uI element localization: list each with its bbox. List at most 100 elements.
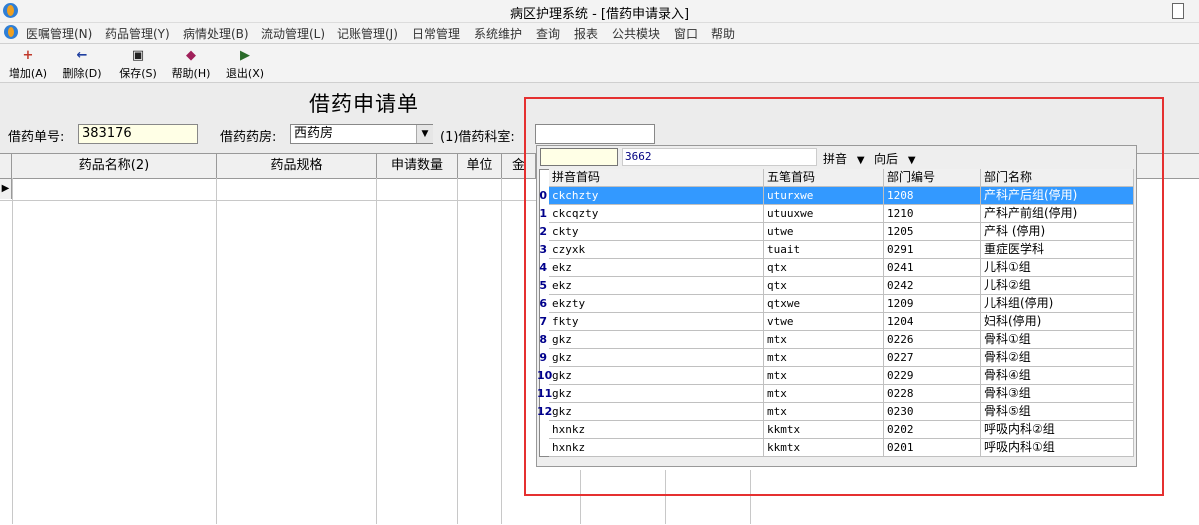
- menu-help[interactable]: 帮助: [711, 25, 735, 42]
- menu-accounting[interactable]: 记账管理(J): [337, 25, 398, 42]
- exit-button[interactable]: ▶ 退出(X): [220, 47, 270, 81]
- col-drug-spec[interactable]: 药品规格: [217, 154, 377, 178]
- dept-list-cell[interactable]: kkmtx: [764, 439, 884, 457]
- menu-flow-mgmt[interactable]: 流动管理(L): [261, 25, 325, 42]
- menu-report[interactable]: 报表: [574, 25, 598, 42]
- dept-list-cell[interactable]: 0226: [884, 331, 981, 349]
- menu-query[interactable]: 查询: [536, 25, 560, 42]
- dept-list-cell[interactable]: 1209: [884, 295, 981, 313]
- dept-list-cell[interactable]: qtxwe: [764, 295, 884, 313]
- popup-col-header[interactable]: 部门名称: [981, 169, 1134, 187]
- dept-list-cell[interactable]: 呼吸内科②组: [981, 421, 1134, 439]
- grid-line: [501, 178, 502, 524]
- dept-list-cell[interactable]: gkz: [549, 331, 764, 349]
- dept-list-cell[interactable]: utuuxwe: [764, 205, 884, 223]
- dept-list-cell[interactable]: qtx: [764, 259, 884, 277]
- dept-list-cell[interactable]: czyxk: [549, 241, 764, 259]
- delete-button[interactable]: ← 删除(D): [57, 47, 107, 81]
- dept-list-cell[interactable]: ckty: [549, 223, 764, 241]
- dept-list-cell[interactable]: 产科产后组(停用): [981, 187, 1134, 205]
- dept-list-cell[interactable]: 0227: [884, 349, 981, 367]
- dept-list-cell[interactable]: mtx: [764, 331, 884, 349]
- dept-list-cell[interactable]: tuait: [764, 241, 884, 259]
- dept-list-cell[interactable]: 1205: [884, 223, 981, 241]
- dept-list-cell[interactable]: mtx: [764, 367, 884, 385]
- dept-list-cell[interactable]: ekz: [549, 259, 764, 277]
- dept-label: (1)借药科室:: [440, 130, 515, 145]
- col-unit[interactable]: 单位: [458, 154, 502, 178]
- pharmacy-value: 西药房: [294, 126, 334, 141]
- col-drug-name[interactable]: 药品名称(2): [12, 154, 217, 178]
- dept-list-cell[interactable]: 1210: [884, 205, 981, 223]
- dept-list-cell[interactable]: 骨科①组: [981, 331, 1134, 349]
- add-button[interactable]: + 增加(A): [3, 47, 53, 81]
- dept-list-cell[interactable]: 0230: [884, 403, 981, 421]
- dept-list-cell[interactable]: hxnkz: [549, 421, 764, 439]
- dept-list-cell[interactable]: utwe: [764, 223, 884, 241]
- dept-list-cell[interactable]: hxnkz: [549, 439, 764, 457]
- dept-list-cell[interactable]: 0201: [884, 439, 981, 457]
- dept-list-cell[interactable]: mtx: [764, 349, 884, 367]
- help-button[interactable]: ◆ 帮助(H): [166, 47, 216, 81]
- popup-col-header[interactable]: 部门编号: [884, 169, 981, 187]
- dept-list-cell[interactable]: uturxwe: [764, 187, 884, 205]
- pharmacy-label: 借药药房:: [220, 130, 277, 145]
- row-number: 8: [539, 333, 547, 346]
- dept-list-cell[interactable]: 呼吸内科①组: [981, 439, 1134, 457]
- dept-list-cell[interactable]: 儿科①组: [981, 259, 1134, 277]
- col-apply-qty[interactable]: 申请数量: [377, 154, 458, 178]
- menu-window[interactable]: 窗口: [674, 25, 698, 42]
- dept-list-cell[interactable]: 产科产前组(停用): [981, 205, 1134, 223]
- dept-list-cell[interactable]: 0229: [884, 367, 981, 385]
- dept-list-cell[interactable]: 妇科(停用): [981, 313, 1134, 331]
- dept-list-cell[interactable]: 骨科④组: [981, 367, 1134, 385]
- save-button[interactable]: ▣ 保存(S): [113, 47, 163, 81]
- dept-input[interactable]: [535, 124, 655, 144]
- popup-col-header[interactable]: 拼音首码: [549, 169, 764, 187]
- dept-list-cell[interactable]: 骨科②组: [981, 349, 1134, 367]
- dept-list-cell[interactable]: mtx: [764, 385, 884, 403]
- dept-list-cell[interactable]: 0228: [884, 385, 981, 403]
- dept-list-cell[interactable]: 1204: [884, 313, 981, 331]
- dept-list-cell[interactable]: fkty: [549, 313, 764, 331]
- menu-drug-mgmt[interactable]: 药品管理(Y): [105, 25, 170, 42]
- dept-list-cell[interactable]: ckchzty: [549, 187, 764, 205]
- dept-list-cell[interactable]: gkz: [549, 385, 764, 403]
- dept-list-cell[interactable]: 骨科⑤组: [981, 403, 1134, 421]
- dept-list-cell[interactable]: 0291: [884, 241, 981, 259]
- col-amount[interactable]: 金: [502, 154, 536, 178]
- dept-list-cell[interactable]: 0242: [884, 277, 981, 295]
- dept-list-cell[interactable]: 0202: [884, 421, 981, 439]
- dept-list-cell[interactable]: mtx: [764, 403, 884, 421]
- dept-list-cell[interactable]: gkz: [549, 349, 764, 367]
- menu-system[interactable]: 系统维护: [474, 25, 522, 42]
- dept-list-cell[interactable]: ekz: [549, 277, 764, 295]
- pharmacy-select[interactable]: 西药房: [290, 124, 433, 144]
- search-direction-dropdown[interactable]: 向后 ▼: [874, 150, 916, 167]
- menu-daily[interactable]: 日常管理: [412, 25, 460, 42]
- dept-list-cell[interactable]: 骨科③组: [981, 385, 1134, 403]
- window-restore-button[interactable]: [1172, 3, 1184, 19]
- menu-order-mgmt[interactable]: 医嘱管理(N): [26, 25, 92, 42]
- child-window-icon[interactable]: [4, 25, 18, 39]
- popup-col-header[interactable]: 五笔首码: [764, 169, 884, 187]
- dept-list-cell[interactable]: 0241: [884, 259, 981, 277]
- dept-list-cell[interactable]: gkz: [549, 367, 764, 385]
- chevron-down-icon[interactable]: ▼: [416, 125, 433, 143]
- order-no-field[interactable]: 383176: [78, 124, 198, 144]
- dept-list-cell[interactable]: gkz: [549, 403, 764, 421]
- dept-list-cell[interactable]: ckcqzty: [549, 205, 764, 223]
- dept-list-cell[interactable]: 产科 (停用): [981, 223, 1134, 241]
- dept-list-cell[interactable]: ekzty: [549, 295, 764, 313]
- dept-list-cell[interactable]: qtx: [764, 277, 884, 295]
- menu-condition[interactable]: 病情处理(B): [183, 25, 249, 42]
- dept-list-cell[interactable]: 儿科组(停用): [981, 295, 1134, 313]
- popup-search-input[interactable]: [540, 148, 618, 166]
- dept-list-cell[interactable]: 重症医学科: [981, 241, 1134, 259]
- dept-list-cell[interactable]: vtwe: [764, 313, 884, 331]
- dept-list-cell[interactable]: 1208: [884, 187, 981, 205]
- menu-public[interactable]: 公共模块: [612, 25, 660, 42]
- dept-list-cell[interactable]: kkmtx: [764, 421, 884, 439]
- dept-list-cell[interactable]: 儿科②组: [981, 277, 1134, 295]
- search-mode-dropdown[interactable]: 拼音 ▼: [823, 150, 865, 167]
